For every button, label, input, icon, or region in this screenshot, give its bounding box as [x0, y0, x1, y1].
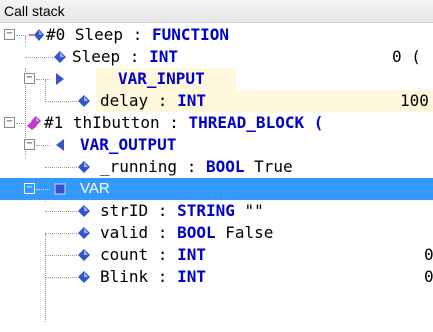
- section-label: VAR: [80, 180, 110, 197]
- variable-icon: [78, 205, 90, 217]
- variable-name: Sleep: [72, 47, 121, 66]
- variable-type: BOOL: [205, 157, 245, 176]
- stack-frame-sleep[interactable]: − #0 Sleep : FUNCTION: [0, 24, 433, 46]
- variable-value: "": [244, 201, 264, 220]
- section-label: VAR_INPUT: [118, 69, 205, 88]
- call-stack-tree[interactable]: − #0 Sleep : FUNCTION Sleep : INT 0 ( − …: [0, 24, 433, 332]
- separator: :: [159, 113, 189, 132]
- section-label: VAR_OUTPUT: [80, 135, 177, 154]
- tree-connector: [45, 211, 77, 212]
- section-var[interactable]: − VAR: [0, 178, 433, 200]
- tree-connector: [45, 255, 77, 256]
- variable-value: 0: [424, 245, 433, 264]
- input-arrow-icon: [56, 73, 64, 85]
- frame-name: #1 thIbutton: [44, 113, 160, 132]
- section-var-output[interactable]: − VAR_OUTPUT: [0, 134, 433, 156]
- separator: :: [177, 157, 206, 176]
- variable-name: count: [100, 245, 149, 264]
- separator: :: [120, 47, 150, 66]
- thread-block-icon: [27, 116, 41, 130]
- tree-connector: [36, 79, 50, 80]
- variable-type: INT: [177, 267, 206, 286]
- variable-type: INT: [149, 47, 178, 66]
- variable-row-blink[interactable]: Blink : INT 0: [0, 266, 433, 288]
- tree-connector: [36, 189, 50, 190]
- variable-row-strid[interactable]: strID : STRING "": [0, 200, 433, 222]
- separator: :: [123, 25, 152, 44]
- variable-row-sleep[interactable]: Sleep : INT 0 (: [0, 46, 433, 68]
- stack-frame-thibutton[interactable]: − #1 thIbutton : THREAD_BLOCK (: [0, 112, 433, 134]
- collapse-toggle-icon[interactable]: −: [4, 117, 15, 128]
- tree-connector: [45, 167, 77, 168]
- frame-type: FUNCTION: [151, 25, 230, 44]
- collapse-toggle-icon[interactable]: −: [4, 29, 15, 40]
- collapse-toggle-icon[interactable]: −: [24, 139, 35, 150]
- variable-name: delay: [100, 91, 149, 110]
- variable-name: _running: [100, 157, 178, 176]
- tree-connector: [45, 101, 77, 102]
- variable-row-delay[interactable]: delay : INT 100: [0, 90, 433, 112]
- frame-name: #0 Sleep: [46, 25, 124, 44]
- variable-value: 100: [400, 91, 429, 110]
- tree-connector: [16, 123, 26, 124]
- variable-value: 0 (: [392, 47, 421, 66]
- var-section-icon: [54, 183, 66, 195]
- variable-name: valid: [100, 223, 149, 242]
- tree-connector: [45, 277, 77, 278]
- call-stack-title-bar: Call stack: [0, 0, 433, 23]
- variable-icon: [54, 51, 66, 63]
- variable-row-count[interactable]: count : INT 0: [0, 244, 433, 266]
- variable-name: Blink: [100, 267, 149, 286]
- tree-connector: [36, 145, 50, 146]
- variable-type: STRING: [177, 201, 235, 220]
- panel-title: Call stack: [4, 3, 65, 19]
- variable-type: INT: [177, 245, 206, 264]
- section-var-input[interactable]: − VAR_INPUT: [0, 68, 433, 90]
- collapse-toggle-icon[interactable]: −: [24, 73, 35, 84]
- tree-connector: [45, 233, 77, 234]
- variable-icon: [78, 161, 90, 173]
- function-frame-icon: [29, 29, 44, 41]
- variable-value: False: [225, 223, 274, 242]
- tree-connector: [25, 57, 53, 58]
- separator: :: [148, 223, 178, 242]
- separator: :: [148, 201, 178, 220]
- output-arrow-icon: [56, 139, 64, 151]
- frame-type: THREAD_BLOCK (: [188, 113, 324, 132]
- separator: :: [148, 91, 178, 110]
- variable-type: INT: [177, 91, 206, 110]
- variable-icon: [78, 271, 90, 283]
- variable-value: 0: [424, 267, 433, 286]
- separator: :: [148, 245, 178, 264]
- variable-row-valid[interactable]: valid : BOOL False: [0, 222, 433, 244]
- variable-value: True: [254, 157, 293, 176]
- variable-icon: [78, 227, 90, 239]
- separator: :: [148, 267, 178, 286]
- variable-icon: [78, 249, 90, 261]
- tree-connector: [16, 35, 26, 36]
- variable-icon: [78, 95, 90, 107]
- variable-row-running[interactable]: _running : BOOL True: [0, 156, 433, 178]
- variable-name: strID: [100, 201, 149, 220]
- variable-type: BOOL: [177, 223, 216, 242]
- collapse-toggle-icon[interactable]: −: [24, 183, 35, 194]
